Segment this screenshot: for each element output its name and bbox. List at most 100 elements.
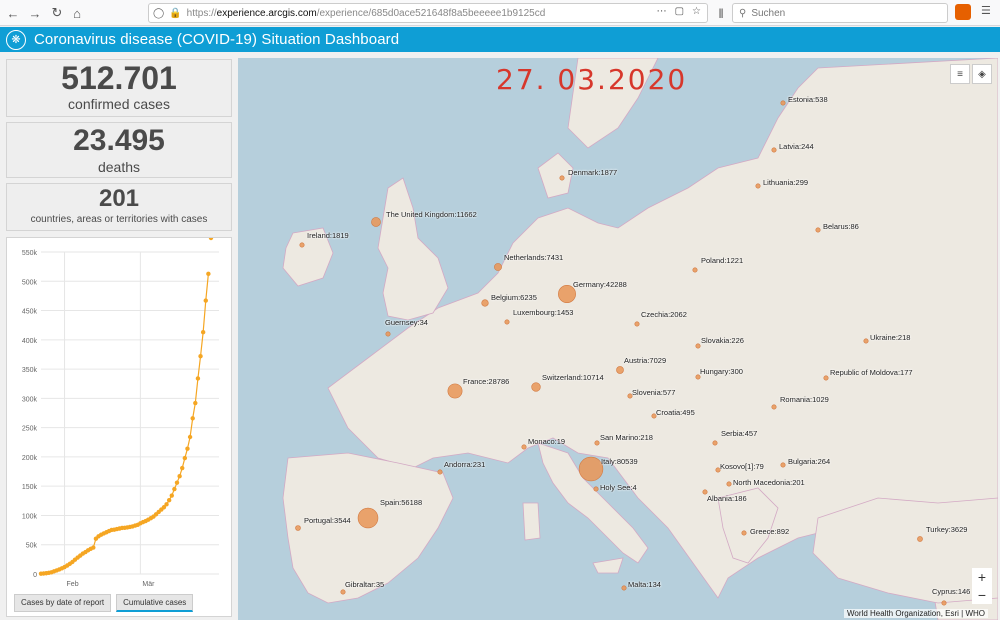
data-point (193, 400, 198, 406)
country-label: Estonia:538 (788, 95, 828, 104)
y-tick-label: 500k (22, 279, 38, 286)
country-label: The United Kingdom:11662 (386, 210, 477, 219)
country-marker[interactable] (447, 383, 463, 399)
zoom-in-button[interactable]: + (972, 568, 992, 586)
browser-toolbar: ← → ↻ ⌂ ◯ 🔒 https://experience.arcgis.co… (0, 0, 1000, 26)
country-marker[interactable] (780, 100, 786, 106)
country-marker[interactable] (340, 589, 346, 595)
data-point (91, 545, 96, 550)
map-view[interactable]: 27. 03.2020 ≡ ◈ Estonia:538 Latvia:244 Lit… (238, 58, 998, 620)
country-marker[interactable] (616, 366, 624, 374)
zoom-out-button[interactable]: − (972, 586, 992, 604)
country-marker[interactable] (593, 486, 599, 492)
tab-cumulative-cases[interactable]: Cumulative cases (116, 594, 194, 612)
country-label: Guernsey:34 (385, 318, 428, 327)
y-tick-label: 250k (22, 426, 38, 433)
chart-tab-bar: Cases by date of report Cumulative cases (14, 594, 194, 612)
country-marker[interactable] (559, 175, 565, 181)
data-point (174, 480, 180, 485)
forward-icon[interactable]: → (24, 2, 46, 24)
address-bar[interactable]: ◯ 🔒 https://experience.arcgis.com/experi… (148, 3, 708, 23)
country-marker[interactable] (594, 440, 600, 446)
country-marker[interactable] (357, 507, 379, 529)
country-marker[interactable] (621, 585, 627, 591)
country-marker[interactable] (521, 444, 527, 450)
country-label: France:28786 (463, 377, 510, 386)
country-label: Italy:80539 (601, 457, 638, 466)
country-marker[interactable] (712, 440, 718, 446)
country-label: Latvia:244 (779, 142, 814, 151)
country-label: Belgium:6235 (491, 293, 537, 302)
country-marker[interactable] (823, 375, 829, 381)
country-label: Germany:42288 (573, 280, 627, 289)
cumulative-cases-chart: 0 50k 100k 150k 200k 250k 300k 350k 400k 450k 500k… (6, 235, 232, 617)
library-icon[interactable]: ‖ (710, 2, 732, 24)
country-marker[interactable] (863, 338, 869, 344)
bookmark-star-icon[interactable]: ☆ (692, 6, 701, 17)
data-point (172, 486, 177, 492)
country-marker[interactable] (941, 600, 947, 606)
country-marker[interactable] (634, 321, 640, 327)
country-marker[interactable] (371, 217, 381, 227)
country-marker[interactable] (771, 404, 777, 410)
app-header: ❋ Coronavirus disease (COVID-19) Situati… (0, 27, 1000, 52)
country-label: Portugal:3544 (304, 516, 351, 525)
country-marker[interactable] (504, 319, 510, 325)
y-tick-label: 50k (26, 543, 38, 550)
data-point (169, 493, 174, 498)
data-point (190, 416, 195, 421)
tab-cases-by-date[interactable]: Cases by date of report (14, 594, 112, 612)
country-label: Cyprus:146 (932, 587, 971, 596)
country-label: Turkey:3629 (926, 525, 968, 534)
country-marker[interactable] (692, 267, 698, 273)
country-marker[interactable] (299, 242, 305, 248)
country-label: Austria:7029 (624, 356, 667, 365)
country-marker[interactable] (695, 343, 701, 349)
y-tick-label: 350k (22, 367, 38, 374)
country-marker[interactable] (780, 462, 786, 468)
country-marker[interactable] (437, 469, 443, 475)
countries-card: 201 countries, areas or territories with… (6, 183, 232, 231)
country-marker[interactable] (741, 530, 747, 536)
search-input[interactable]: ⚲ Suchen (732, 3, 948, 23)
country-label: Gibraltar:35 (345, 580, 385, 589)
data-point (185, 446, 190, 451)
country-marker[interactable] (578, 456, 604, 482)
country-label: Republic of Moldova:177 (830, 368, 913, 377)
data-point (182, 455, 188, 461)
country-marker[interactable] (755, 183, 761, 189)
country-marker[interactable] (494, 263, 502, 271)
country-label: Monaco:19 (528, 437, 566, 446)
country-marker[interactable] (385, 331, 391, 337)
menu-icon[interactable]: ☰ (981, 4, 991, 20)
country-label: Belarus:86 (823, 222, 859, 231)
y-tick-label: 550k (22, 250, 38, 257)
confirmed-cases-label: confirmed cases (68, 96, 170, 112)
country-label: Ukraine:218 (870, 333, 911, 342)
country-marker[interactable] (815, 227, 821, 233)
country-label: Kosovo[1]:79 (720, 462, 764, 471)
reload-icon[interactable]: ↻ (46, 2, 68, 24)
country-label: Albania:186 (707, 494, 747, 503)
country-marker[interactable] (531, 382, 541, 392)
country-marker[interactable] (917, 536, 923, 542)
country-marker[interactable] (295, 525, 301, 531)
layers-icon[interactable]: ◈ (972, 64, 992, 84)
pocket-icon[interactable]: ▢ (675, 6, 684, 17)
back-icon[interactable]: ← (2, 2, 24, 24)
x-tick-label: Mär (142, 581, 155, 588)
country-marker[interactable] (771, 147, 777, 153)
country-label: Hungary:300 (700, 367, 743, 376)
country-marker[interactable] (726, 481, 732, 487)
country-label: Serbia:457 (721, 429, 758, 438)
country-label: Netherlands:7431 (504, 253, 564, 262)
confirmed-cases-value: 512.701 (61, 60, 177, 96)
country-label: Spain:56188 (380, 498, 423, 507)
page-actions-icon[interactable]: ⋯ (657, 6, 667, 17)
country-label: Switzerland:10714 (542, 373, 604, 382)
profile-avatar[interactable] (955, 4, 971, 20)
country-marker[interactable] (481, 299, 489, 307)
who-emblem-icon: ❋ (6, 29, 26, 50)
legend-list-icon[interactable]: ≡ (950, 64, 970, 84)
home-icon[interactable]: ⌂ (66, 2, 88, 24)
